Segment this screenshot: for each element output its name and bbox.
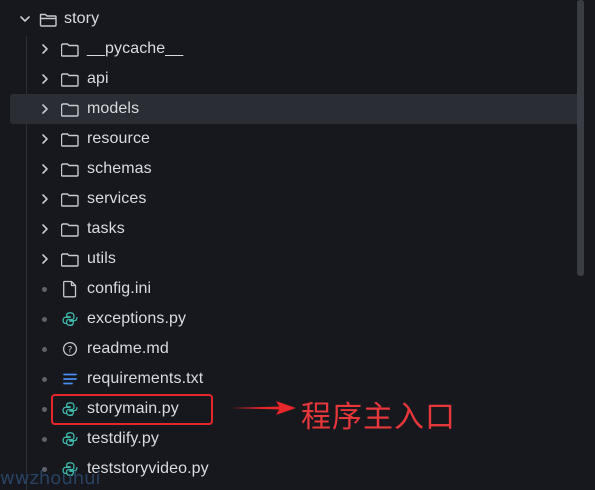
tree-label: models xyxy=(87,100,140,117)
file-dot-marker xyxy=(42,346,47,352)
python-icon xyxy=(61,311,79,327)
python-icon xyxy=(61,431,79,447)
file-dot-marker xyxy=(42,316,47,322)
annotation-label: 程序主入口 xyxy=(301,400,456,435)
file-icon xyxy=(61,280,79,298)
chevron-right-icon[interactable] xyxy=(38,192,52,206)
tree-folder-schemas[interactable]: schemas xyxy=(10,154,582,184)
tree-label: resource xyxy=(87,130,151,147)
tree-root-story[interactable]: story xyxy=(10,4,582,34)
tree-file-config-ini[interactable]: config.ini xyxy=(10,274,582,304)
tree-label: exceptions.py xyxy=(87,310,187,327)
tree-folder-resource[interactable]: resource xyxy=(10,124,582,154)
folder-icon xyxy=(61,161,79,177)
tree-label: testdify.py xyxy=(87,430,159,447)
folder-icon xyxy=(61,191,79,207)
annotation-arrow-icon xyxy=(230,401,296,415)
tree-label: config.ini xyxy=(87,280,152,297)
watermark-text: wwzhouhui xyxy=(0,468,101,489)
chevron-right-icon[interactable] xyxy=(38,252,52,266)
chevron-down-icon[interactable] xyxy=(18,12,32,26)
tree-label: schemas xyxy=(87,160,152,177)
chevron-right-icon[interactable] xyxy=(38,222,52,236)
tree-folder-services[interactable]: services xyxy=(10,184,582,214)
tree-folder-models[interactable]: models xyxy=(10,94,582,124)
folder-icon xyxy=(61,251,79,267)
file-dot-marker xyxy=(42,286,47,292)
folder-icon xyxy=(61,71,79,87)
chevron-right-icon[interactable] xyxy=(38,42,52,56)
folder-icon xyxy=(61,101,79,117)
tree-file-exceptions-py[interactable]: exceptions.py xyxy=(10,304,582,334)
tree-file-requirements-txt[interactable]: requirements.txt xyxy=(10,364,582,394)
tree-folder-utils[interactable]: utils xyxy=(10,244,582,274)
tree-label: teststoryvideo.py xyxy=(87,460,209,477)
folder-open-icon xyxy=(39,11,57,27)
file-dot-marker xyxy=(42,406,47,412)
chevron-right-icon[interactable] xyxy=(38,72,52,86)
tree-folder-tasks[interactable]: tasks xyxy=(10,214,582,244)
tree-label: tasks xyxy=(87,220,125,237)
tree-label: requirements.txt xyxy=(87,370,204,387)
svg-text:?: ? xyxy=(68,345,73,355)
tree-file-readme-md[interactable]: ? readme.md xyxy=(10,334,582,364)
chevron-right-icon[interactable] xyxy=(38,162,52,176)
tree-label: story xyxy=(64,10,100,27)
tree-file-testdify-py[interactable]: testdify.py xyxy=(10,424,582,454)
tree-folder-pycache[interactable]: __pycache__ xyxy=(10,34,582,64)
folder-icon xyxy=(61,41,79,57)
info-icon: ? xyxy=(61,341,79,357)
chevron-right-icon[interactable] xyxy=(38,132,52,146)
tree-folder-api[interactable]: api xyxy=(10,64,582,94)
file-dot-marker xyxy=(42,436,47,442)
chevron-right-icon[interactable] xyxy=(38,102,52,116)
highlight-box xyxy=(51,394,213,425)
tree-label: __pycache__ xyxy=(87,40,184,57)
tree-label: api xyxy=(87,70,109,87)
folder-icon xyxy=(61,131,79,147)
tree-label: readme.md xyxy=(87,340,169,357)
text-lines-icon xyxy=(61,371,79,387)
folder-icon xyxy=(61,221,79,237)
file-dot-marker xyxy=(42,376,47,382)
tree-label: services xyxy=(87,190,147,207)
vertical-scrollbar[interactable] xyxy=(577,0,584,276)
tree-label: utils xyxy=(87,250,116,267)
